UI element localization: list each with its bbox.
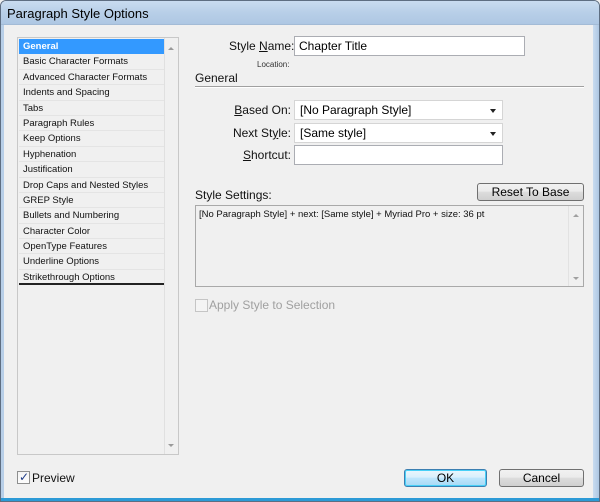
scroll-up-arrow-icon[interactable]: [168, 47, 174, 50]
reset-to-base-button[interactable]: Reset To Base: [477, 183, 584, 201]
category-item-basic-character-formats[interactable]: Basic Character Formats: [19, 54, 164, 70]
chevron-down-icon: [490, 109, 496, 113]
shortcut-label-mnemonic: S: [242, 148, 251, 162]
based-on-dropdown[interactable]: [No Paragraph Style]: [294, 100, 503, 120]
style-name-label-mnemonic: N: [259, 39, 268, 53]
chevron-down-icon: [490, 132, 496, 136]
category-item-underline-options[interactable]: Underline Options: [19, 254, 164, 270]
style-name-label-post: ame:: [267, 39, 295, 53]
next-style-label: Next Style:: [211, 126, 291, 140]
checkmark-icon: ✓: [19, 470, 30, 484]
preview-label: Preview: [32, 471, 75, 485]
title-bar[interactable]: Paragraph Style Options: [1, 1, 599, 25]
style-name-label-pre: Style: [229, 39, 260, 53]
window-frame-bottom: [1, 498, 599, 501]
style-settings-scrollbar[interactable]: [568, 206, 583, 286]
category-item-hyphenation[interactable]: Hyphenation: [19, 147, 164, 163]
window-frame-left: [1, 25, 4, 501]
scroll-down-arrow-icon[interactable]: [168, 444, 174, 447]
next-style-label-post: le:: [278, 126, 291, 140]
shortcut-label-post: hortcut:: [250, 148, 291, 162]
category-item-bullets-and-numbering[interactable]: Bullets and Numbering: [19, 208, 164, 224]
category-item-keep-options[interactable]: Keep Options: [19, 131, 164, 147]
paragraph-style-options-dialog: Paragraph Style Options General Basic Cha…: [0, 0, 600, 502]
section-title: General: [195, 71, 238, 85]
style-settings-label: Style Settings:: [195, 188, 272, 202]
category-item-strikethrough-options[interactable]: Strikethrough Options: [19, 270, 164, 286]
category-item-opentype-features[interactable]: OpenType Features: [19, 239, 164, 255]
next-style-label-pre: Next St: [232, 126, 273, 140]
apply-style-checkbox[interactable]: [195, 299, 208, 312]
category-item-drop-caps-and-nested-styles[interactable]: Drop Caps and Nested Styles: [19, 178, 164, 193]
based-on-value: [No Paragraph Style]: [300, 103, 412, 117]
category-items: General Basic Character Formats Advanced C…: [19, 39, 164, 286]
category-item-grep-style[interactable]: GREP Style: [19, 193, 164, 209]
category-item-paragraph-rules[interactable]: Paragraph Rules: [19, 116, 164, 132]
style-settings-text: [No Paragraph Style] + next: [Same style…: [199, 209, 485, 220]
location-label: Location:: [257, 60, 290, 69]
category-scrollbar[interactable]: [164, 38, 178, 454]
apply-style-label: Apply Style to Selection: [209, 298, 336, 312]
dialog-title: Paragraph Style Options: [7, 6, 149, 21]
based-on-label-post: ased On:: [242, 103, 291, 117]
window-frame-right: [593, 25, 599, 501]
section-divider: [195, 86, 584, 88]
scroll-up-arrow-icon[interactable]: [573, 214, 579, 217]
category-item-character-color[interactable]: Character Color: [19, 224, 164, 240]
style-settings-textarea[interactable]: [No Paragraph Style] + next: [Same style…: [195, 205, 584, 287]
category-list[interactable]: General Basic Character Formats Advanced C…: [17, 37, 179, 455]
category-item-advanced-character-formats[interactable]: Advanced Character Formats: [19, 70, 164, 86]
category-item-tabs[interactable]: Tabs: [19, 101, 164, 116]
scroll-down-arrow-icon[interactable]: [573, 277, 579, 280]
category-item-general[interactable]: General: [19, 39, 164, 55]
cancel-button[interactable]: Cancel: [499, 469, 584, 487]
category-item-justification[interactable]: Justification: [19, 162, 164, 178]
style-name-input[interactable]: Chapter Title: [294, 36, 525, 56]
category-item-indents-and-spacing[interactable]: Indents and Spacing: [19, 85, 164, 101]
next-style-dropdown[interactable]: [Same style]: [294, 123, 503, 143]
shortcut-label: Shortcut:: [221, 148, 291, 162]
shortcut-input[interactable]: [294, 145, 503, 165]
next-style-value: [Same style]: [300, 126, 367, 140]
ok-button[interactable]: OK: [404, 469, 487, 487]
preview-checkbox[interactable]: ✓: [17, 470, 30, 484]
based-on-label: Based On:: [221, 103, 291, 117]
style-name-label: Style Name:: [229, 39, 294, 53]
